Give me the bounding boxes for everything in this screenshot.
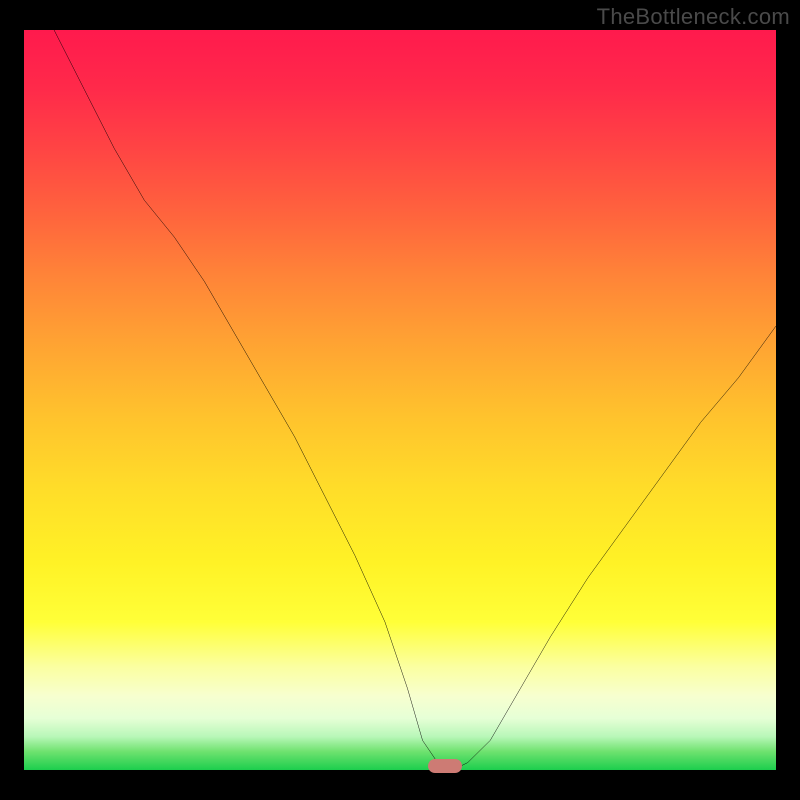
chart-frame: TheBottleneck.com [0,0,800,800]
bottleneck-curve-path [54,30,776,770]
optimal-marker [428,759,462,773]
watermark-text: TheBottleneck.com [597,4,790,30]
plot-area [24,30,776,770]
curve-svg [24,30,776,770]
